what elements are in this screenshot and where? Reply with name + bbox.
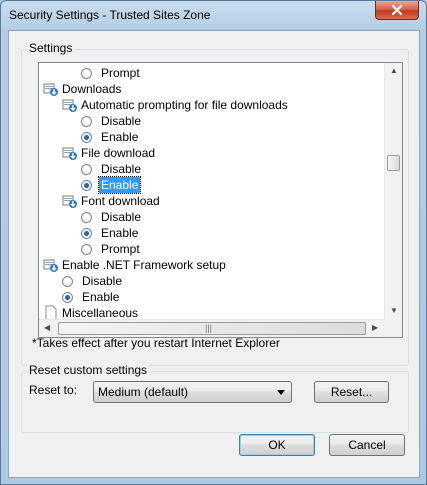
radio-disable[interactable] (81, 212, 92, 223)
scroll-grip-icon: ||| (205, 323, 213, 333)
radio-disable[interactable] (81, 116, 92, 127)
security-settings-window: Security Settings - Trusted Sites Zone S… (0, 0, 427, 485)
settings-group-label: Settings (27, 41, 75, 55)
vertical-scrollbar[interactable]: ▲ ▼ (384, 63, 402, 320)
settings-category-icon (62, 99, 77, 112)
scroll-right-icon[interactable]: ▶ (372, 324, 378, 332)
category-label: Downloads (62, 82, 122, 96)
radio-prompt[interactable] (81, 244, 92, 255)
scroll-up-icon[interactable]: ▲ (390, 67, 398, 75)
settings-category-icon (43, 259, 58, 272)
radio-enable[interactable] (81, 132, 92, 143)
option-label: Enable (82, 290, 120, 304)
radio-prompt[interactable] (81, 68, 92, 79)
reset-level-select[interactable]: Medium (default) (93, 381, 292, 403)
ok-button[interactable]: OK (239, 434, 315, 456)
option-label: Disable (101, 210, 142, 224)
chevron-down-icon (277, 390, 285, 395)
radio-enable[interactable] (62, 292, 73, 303)
cancel-button[interactable]: Cancel (329, 434, 405, 456)
scroll-left-icon[interactable]: ◀ (44, 324, 50, 332)
close-icon (391, 5, 403, 15)
radio-disable[interactable] (62, 276, 73, 287)
category-label: Enable .NET Framework setup (62, 258, 226, 272)
settings-tree[interactable]: Prompt Downloads Automatic prompting for… (38, 62, 403, 338)
option-label: Prompt (101, 66, 140, 80)
reset-level-value: Medium (default) (98, 385, 189, 399)
radio-enable[interactable] (81, 228, 92, 239)
restart-note: *Takes effect after you restart Internet… (32, 336, 280, 350)
window-title: Security Settings - Trusted Sites Zone (9, 8, 211, 22)
settings-category-icon (62, 147, 77, 160)
title-bar[interactable]: Security Settings - Trusted Sites Zone (1, 1, 426, 29)
subcategory-label: File download (81, 146, 156, 160)
option-label: Disable (82, 274, 123, 288)
radio-enable[interactable] (81, 180, 92, 191)
subcategory-label: Font download (81, 194, 160, 208)
scroll-down-icon[interactable]: ▼ (390, 307, 398, 315)
option-label: Enable (101, 130, 139, 144)
reset-button[interactable]: Reset... (314, 381, 389, 403)
option-label-selected: Enable (97, 176, 142, 194)
horizontal-scroll-thumb[interactable]: ||| (58, 322, 366, 335)
option-label: Disable (101, 114, 142, 128)
radio-disable[interactable] (81, 164, 92, 175)
settings-category-icon (43, 83, 58, 96)
scrollbar-corner (385, 320, 402, 337)
reset-to-label: Reset to: (29, 383, 78, 397)
option-label: Disable (101, 162, 142, 176)
dialog-client-area: Settings Prompt Downloads Automatic prom… (8, 30, 420, 478)
reset-group-label: Reset custom settings (27, 363, 150, 377)
horizontal-scrollbar[interactable]: ◀ ||| ▶ (39, 319, 385, 337)
close-button[interactable] (375, 1, 419, 20)
vertical-scroll-thumb[interactable] (387, 155, 400, 171)
option-label: Prompt (101, 242, 140, 256)
subcategory-label: Automatic prompting for file downloads (81, 98, 288, 112)
option-label: Enable (101, 226, 139, 240)
settings-category-icon (62, 195, 77, 208)
